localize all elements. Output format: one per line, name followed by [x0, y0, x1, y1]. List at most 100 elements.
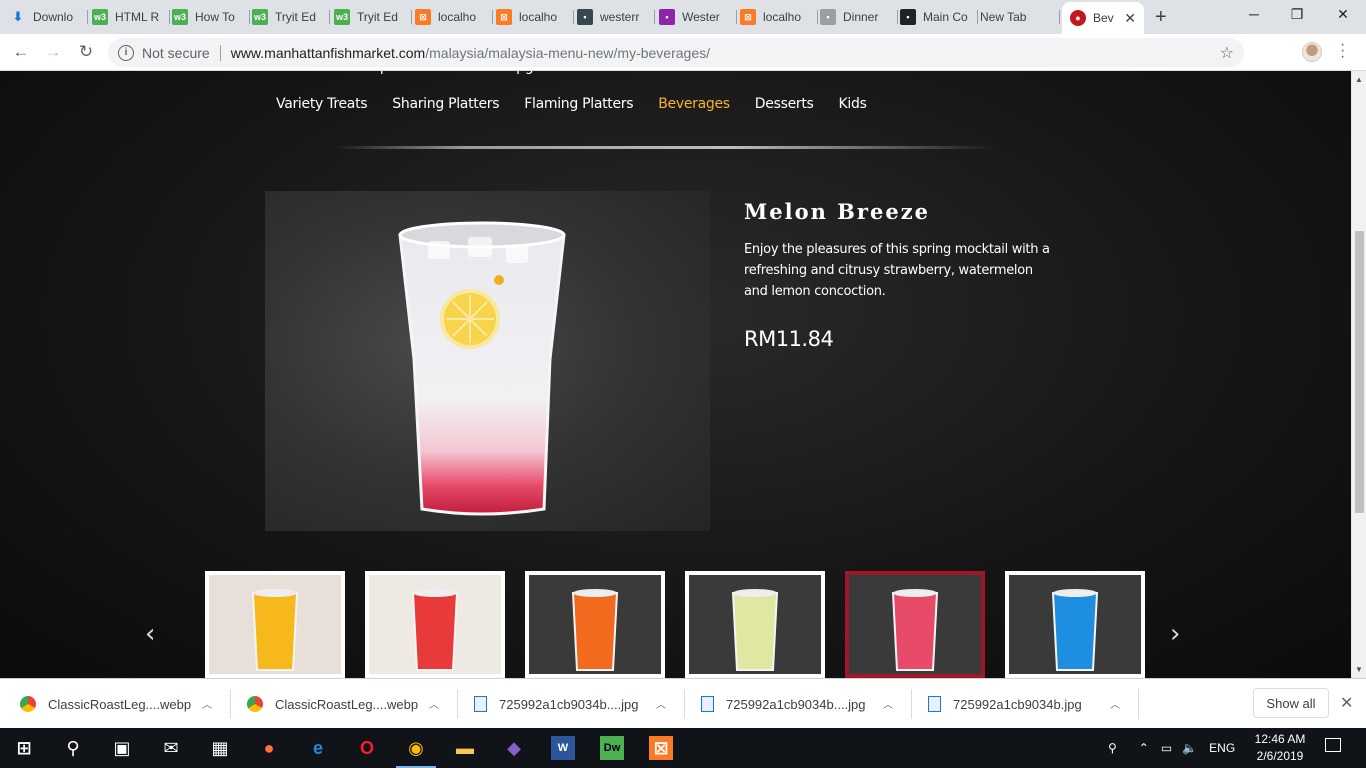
language-indicator[interactable]: ENG: [1209, 741, 1235, 755]
page-scrollbar[interactable]: ▲ ▼: [1351, 71, 1366, 678]
category-link[interactable]: Sharing Platters: [392, 96, 499, 112]
chevron-up-icon[interactable]: ︿: [656, 696, 666, 711]
scroll-up-icon[interactable]: ▲: [1355, 75, 1363, 84]
site-icon: •: [659, 9, 675, 25]
chevron-up-icon[interactable]: ︿: [1110, 696, 1120, 711]
task-view-icon[interactable]: ▣: [110, 736, 134, 760]
chrome-icon[interactable]: ◉: [404, 736, 428, 760]
carousel-thumbnail[interactable]: [845, 571, 985, 678]
browser-tab[interactable]: ⬇ Downlo: [10, 4, 88, 30]
carousel-thumbnail[interactable]: [685, 571, 825, 678]
download-filename: ClassicRoastLeg....webp: [275, 696, 419, 712]
carousel-next-icon[interactable]: ›: [1170, 619, 1180, 649]
back-button[interactable]: ←: [10, 41, 32, 63]
tab-active[interactable]: ● Bev ✕: [1062, 2, 1144, 34]
browser-tab[interactable]: • westerr: [577, 4, 655, 30]
firefox-icon[interactable]: ●: [257, 736, 281, 760]
show-all-button[interactable]: Show all: [1253, 688, 1329, 718]
category-link[interactable]: Beverages: [658, 96, 730, 112]
bookmark-star-icon[interactable]: ☆: [1220, 43, 1234, 63]
mail-icon[interactable]: ✉: [159, 736, 183, 760]
browser-tab[interactable]: w3 HTML R: [92, 4, 170, 30]
browser-tab[interactable]: • Main Co: [900, 4, 978, 30]
minimize-button[interactable]: ─: [1244, 6, 1264, 22]
maximize-button[interactable]: ❐: [1287, 6, 1307, 23]
browser-tab[interactable]: • Dinner: [820, 4, 898, 30]
system-tray: ⚲ ⌃ ▭ 🔈 ENG: [1108, 728, 1235, 768]
carousel-prev-icon[interactable]: ‹: [145, 619, 155, 649]
chevron-up-icon[interactable]: ︿: [429, 696, 439, 711]
xampp-icon: ⊠: [740, 9, 756, 25]
browser-tab[interactable]: w3 Tryit Ed: [334, 4, 412, 30]
download-item[interactable]: ClassicRoastLeg....webp ︿: [247, 679, 457, 729]
download-filename: 725992a1cb9034b....jpg: [726, 696, 866, 712]
reload-button[interactable]: ↻: [75, 41, 97, 63]
volume-icon[interactable]: 🔈: [1182, 741, 1197, 755]
visual-studio-icon[interactable]: ◆: [502, 736, 526, 760]
browser-tab[interactable]: • Wester: [659, 4, 737, 30]
download-filename: ClassicRoastLeg....webp: [48, 696, 192, 712]
category-link[interactable]: Soups & Chowders: [354, 71, 481, 75]
profile-avatar[interactable]: [1302, 42, 1322, 62]
file-explorer-icon[interactable]: ▬: [453, 736, 477, 760]
download-item[interactable]: 725992a1cb9034b.jpg ︿: [928, 679, 1138, 729]
scroll-down-icon[interactable]: ▼: [1355, 665, 1363, 674]
glass-icon: [731, 589, 779, 671]
download-item[interactable]: ClassicRoastLeg....webp ︿: [20, 679, 230, 729]
carousel-thumbnail[interactable]: [1005, 571, 1145, 678]
close-window-button[interactable]: ✕: [1333, 6, 1353, 23]
info-icon[interactable]: i: [118, 44, 134, 61]
battery-icon[interactable]: ▭: [1161, 741, 1172, 755]
category-link[interactable]: Starters: [276, 71, 330, 75]
people-icon[interactable]: ⚲: [1108, 741, 1117, 755]
word-icon[interactable]: W: [551, 736, 575, 760]
dreamweaver-icon[interactable]: Dw: [600, 736, 624, 760]
category-link[interactable]: Fried: [782, 71, 815, 75]
category-link[interactable]: Baked: [921, 71, 963, 75]
category-link[interactable]: Variety Treats: [276, 96, 368, 112]
divider: [1138, 689, 1139, 719]
carousel-thumbnail[interactable]: [525, 571, 665, 678]
new-tab-button[interactable]: +: [1155, 6, 1167, 29]
category-link[interactable]: Kids: [839, 96, 867, 112]
browser-tab[interactable]: ⊠ localho: [496, 4, 574, 30]
time: 12:46 AM: [1254, 732, 1306, 746]
browser-tab[interactable]: New Tab: [980, 4, 1060, 30]
chevron-up-icon[interactable]: ︿: [202, 696, 212, 711]
menu-icon[interactable]: · · ·: [1340, 37, 1348, 65]
web-page: Starters Soups & Chowders Upgrades Salads &…: [0, 71, 1366, 678]
search-icon[interactable]: ⚲: [61, 736, 85, 760]
glass-icon: [891, 589, 939, 671]
scrollbar-thumb[interactable]: [1355, 231, 1364, 513]
address-bar[interactable]: i Not secure www.manhattanfishmarket.com…: [108, 38, 1244, 67]
category-link[interactable]: Flaming Platters: [524, 96, 633, 112]
category-link[interactable]: Poached: [839, 71, 896, 75]
xampp-icon[interactable]: ⊠: [649, 736, 673, 760]
chevron-up-icon[interactable]: ︿: [883, 696, 893, 711]
carousel-thumbnail[interactable]: [365, 571, 505, 678]
close-tab-icon[interactable]: ✕: [1124, 10, 1136, 27]
download-item[interactable]: 725992a1cb9034b....jpg ︿: [474, 679, 684, 729]
category-link[interactable]: Salads & Sides: [596, 71, 696, 75]
browser-tab[interactable]: w3 Tryit Ed: [252, 4, 330, 30]
edge-icon[interactable]: e: [306, 736, 330, 760]
download-bar: ClassicRoastLeg....webp ︿ ClassicRoastLeg.…: [0, 678, 1366, 728]
browser-tab[interactable]: ⊠ localho: [740, 4, 818, 30]
category-link[interactable]: Flamed: [1057, 71, 1107, 75]
close-download-bar-icon[interactable]: ✕: [1340, 693, 1353, 713]
download-item[interactable]: 725992a1cb9034b....jpg ︿: [701, 679, 911, 729]
browser-tab[interactable]: ⊠ localho: [415, 4, 493, 30]
category-link[interactable]: Grilled: [988, 71, 1032, 75]
clock[interactable]: 12:46 AM 2/6/2019: [1250, 731, 1310, 765]
chevron-up-icon[interactable]: ⌃: [1139, 741, 1149, 755]
start-icon[interactable]: ⊞: [12, 736, 36, 760]
forward-button[interactable]: →: [42, 41, 64, 63]
store-icon[interactable]: ▦: [208, 736, 232, 760]
category-link[interactable]: Desserts: [755, 96, 814, 112]
carousel-thumbnail[interactable]: [205, 571, 345, 678]
category-link[interactable]: Upgrades: [506, 71, 571, 75]
notifications-icon[interactable]: [1325, 738, 1341, 752]
category-link[interactable]: Pasta: [720, 71, 757, 75]
opera-icon[interactable]: O: [355, 736, 379, 760]
browser-tab[interactable]: w3 How To: [172, 4, 250, 30]
